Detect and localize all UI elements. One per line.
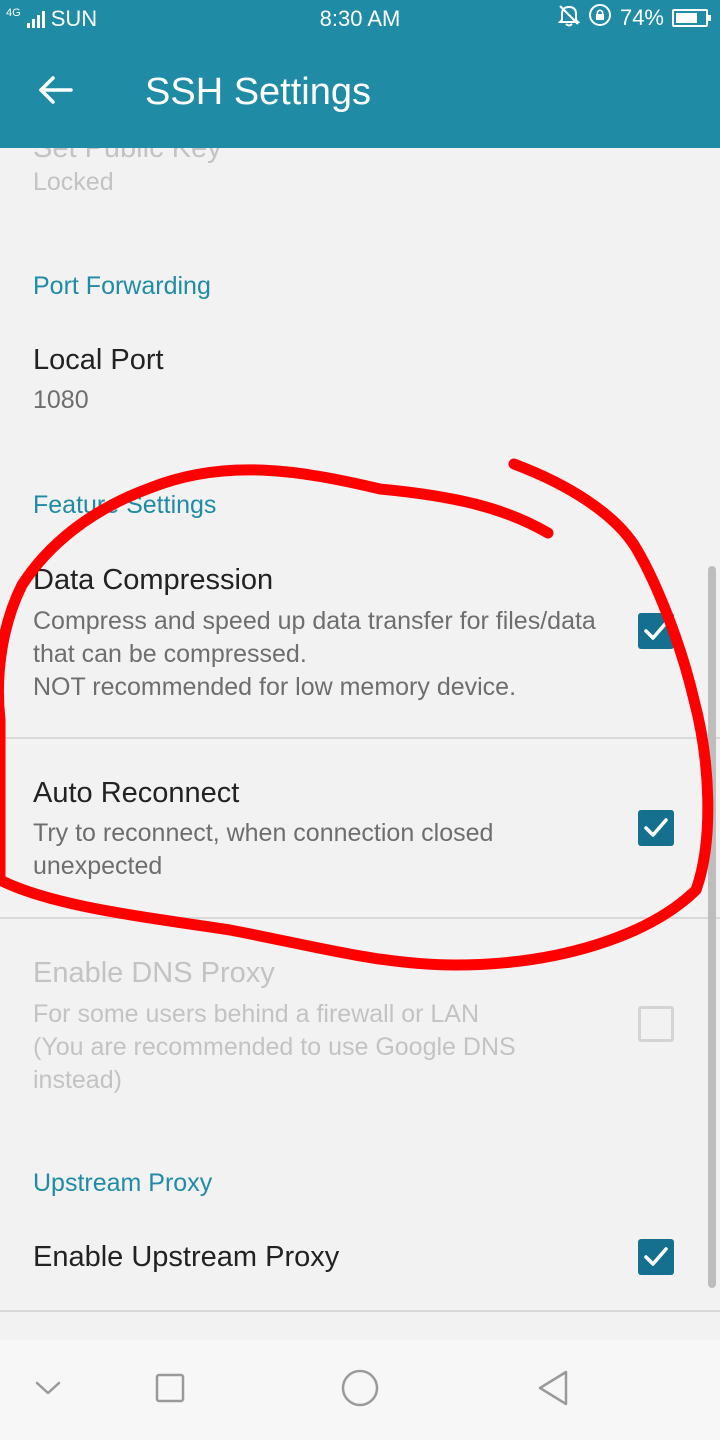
scrollbar[interactable]: [708, 566, 716, 1288]
pref-local-port[interactable]: Local Port 1080: [0, 334, 720, 434]
nav-home-button[interactable]: [330, 1362, 390, 1418]
square-icon: [154, 1372, 186, 1409]
category-upstream-proxy: Upstream Proxy: [33, 1169, 213, 1197]
status-bar: 4G SUN 8:30 AM 74%: [0, 0, 720, 36]
nav-recents-button[interactable]: [140, 1362, 200, 1418]
pref-public-key[interactable]: Set Public Key Locked: [0, 148, 720, 228]
rotation-lock-icon: [588, 3, 612, 33]
divider: [0, 1310, 720, 1312]
upstream-proxy-checkbox[interactable]: [638, 1239, 674, 1275]
nav-back-button[interactable]: [523, 1362, 583, 1418]
arrow-left-icon: [38, 75, 74, 110]
category-feature-settings: Feature Settings: [33, 491, 217, 519]
battery-percent: 74%: [619, 5, 664, 30]
dns-proxy-checkbox[interactable]: [638, 1006, 674, 1042]
app-bar: SSH Settings: [0, 36, 720, 148]
check-icon: [644, 621, 668, 640]
pref-title: Enable DNS Proxy: [33, 957, 275, 989]
data-compression-checkbox[interactable]: [638, 613, 674, 649]
check-icon: [644, 818, 668, 837]
bell-muted-icon: [557, 3, 581, 33]
page-title: SSH Settings: [145, 71, 371, 113]
pref-upstream-proxy[interactable]: Enable Upstream Proxy: [0, 1218, 720, 1310]
pref-summary: Try to reconnect, when connection closed…: [33, 819, 494, 880]
pref-title: Auto Reconnect: [33, 777, 240, 809]
pref-title: Data Compression: [33, 564, 274, 596]
back-button[interactable]: [24, 64, 88, 120]
settings-list[interactable]: Set Public Key Locked Port Forwarding Lo…: [0, 148, 720, 1340]
battery-fill: [676, 13, 697, 23]
pref-title: Set Public Key: [33, 148, 222, 164]
circle-icon: [340, 1368, 380, 1413]
category-port-forwarding: Port Forwarding: [33, 272, 211, 300]
pref-title: Local Port: [33, 344, 164, 376]
chevron-down-icon: [35, 1380, 61, 1401]
navigation-bar: [0, 1340, 720, 1440]
pref-summary: Compress and speed up data transfer for …: [33, 607, 596, 701]
check-icon: [644, 1247, 668, 1266]
pref-auto-reconnect[interactable]: Auto Reconnect Try to reconnect, when co…: [0, 739, 720, 917]
pref-summary: Locked: [33, 168, 114, 196]
triangle-back-icon: [536, 1369, 570, 1412]
status-right: 74%: [557, 3, 711, 33]
battery-icon: [672, 9, 711, 27]
pref-data-compression[interactable]: Data Compression Compress and speed up d…: [0, 548, 720, 738]
pref-dns-proxy[interactable]: Enable DNS Proxy For some users behind a…: [0, 919, 720, 1119]
nav-down-button[interactable]: [18, 1362, 78, 1418]
pref-title: Enable Upstream Proxy: [33, 1241, 340, 1273]
auto-reconnect-checkbox[interactable]: [638, 810, 674, 846]
pref-summary: For some users behind a firewall or LAN(…: [33, 1000, 516, 1094]
pref-summary: 1080: [33, 386, 89, 414]
screen: 4G SUN 8:30 AM 74% SSH Settings Set Publ…: [0, 0, 720, 1440]
